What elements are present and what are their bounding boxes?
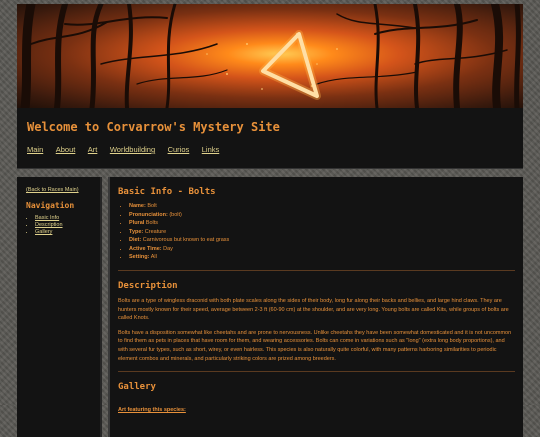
sidebar-item-gallery: Gallery bbox=[35, 229, 100, 235]
info-label: Diet: bbox=[129, 237, 142, 243]
info-row-name: Name: Bolt bbox=[129, 203, 515, 209]
info-row-plural: Plural Bolts bbox=[129, 220, 515, 226]
info-row-type: Type: Creature bbox=[129, 229, 515, 235]
header-banner-image bbox=[17, 4, 523, 108]
basic-info-list: Name: Bolt Pronunciation: (bolt) Plural … bbox=[118, 203, 515, 260]
forest-portal-illustration bbox=[20, 4, 521, 108]
nav-link-links[interactable]: Links bbox=[202, 145, 220, 154]
gallery-species-art-link[interactable]: Art featuring this species: bbox=[118, 407, 186, 413]
top-navigation: Main About Art Worldbuilding Curios Link… bbox=[27, 139, 513, 157]
description-paragraph-2: Bolts have a disposition somewhat like c… bbox=[118, 329, 512, 362]
nav-link-about[interactable]: About bbox=[56, 145, 76, 154]
info-label: Pronunciation: bbox=[129, 211, 168, 218]
info-label: Plural bbox=[129, 220, 145, 226]
sidebar-item-basic-info: Basic Info bbox=[35, 215, 100, 221]
sidebar-heading: Navigation bbox=[26, 201, 75, 210]
info-row-diet: Diet: Carnivorous but known to eat grass bbox=[129, 237, 515, 243]
info-label: Type: bbox=[129, 228, 144, 235]
sidebar-link-gallery[interactable]: Gallery bbox=[35, 229, 52, 235]
site-header: Welcome to Corvarrow's Mystery Site Main… bbox=[17, 108, 523, 169]
nav-link-main[interactable]: Main bbox=[27, 145, 43, 154]
info-label: Active Time: bbox=[129, 245, 162, 252]
section-divider bbox=[118, 270, 515, 271]
sidebar-nav-list: Basic Info Description Gallery bbox=[26, 215, 100, 235]
nav-link-worldbuilding[interactable]: Worldbuilding bbox=[110, 145, 155, 154]
content-body: (Back to Races Main) Navigation Basic In… bbox=[17, 177, 523, 437]
site-title: Welcome to Corvarrow's Mystery Site bbox=[27, 120, 280, 134]
page-wrapper: Welcome to Corvarrow's Mystery Site Main… bbox=[17, 4, 523, 437]
info-value: Day bbox=[163, 245, 173, 252]
nav-link-art[interactable]: Art bbox=[88, 145, 98, 154]
info-value: Carnivorous but known to eat grass bbox=[142, 237, 230, 243]
section-divider bbox=[118, 371, 515, 373]
sidebar: (Back to Races Main) Navigation Basic In… bbox=[17, 177, 102, 437]
info-value: Creature bbox=[144, 228, 167, 235]
info-row-pronunciation: Pronunciation: (bolt) bbox=[129, 212, 515, 218]
description-paragraph-1: Bolts are a type of wingless draconid wi… bbox=[118, 298, 509, 322]
description-heading: Description bbox=[118, 281, 178, 291]
basic-info-heading: Basic Info - Bolts bbox=[118, 187, 216, 197]
gallery-heading: Gallery bbox=[118, 382, 156, 393]
info-row-active-time: Active Time: Day bbox=[129, 246, 515, 252]
info-value: All bbox=[150, 254, 157, 260]
info-label: Setting: bbox=[129, 254, 150, 260]
info-label: Name: bbox=[129, 203, 146, 209]
sidebar-link-basic-info[interactable]: Basic Info bbox=[35, 215, 59, 221]
info-row-setting: Setting: All bbox=[129, 254, 515, 260]
sidebar-link-description[interactable]: Description bbox=[35, 222, 63, 228]
info-value: (bolt) bbox=[169, 211, 182, 218]
main-content: Basic Info - Bolts Name: Bolt Pronunciat… bbox=[108, 177, 523, 437]
nav-link-curios[interactable]: Curios bbox=[168, 145, 190, 154]
back-to-races-link[interactable]: (Back to Races Main) bbox=[26, 187, 100, 193]
info-value: Bolts bbox=[145, 220, 159, 226]
sidebar-item-description: Description bbox=[35, 222, 100, 228]
info-value: Bolt bbox=[147, 203, 157, 209]
